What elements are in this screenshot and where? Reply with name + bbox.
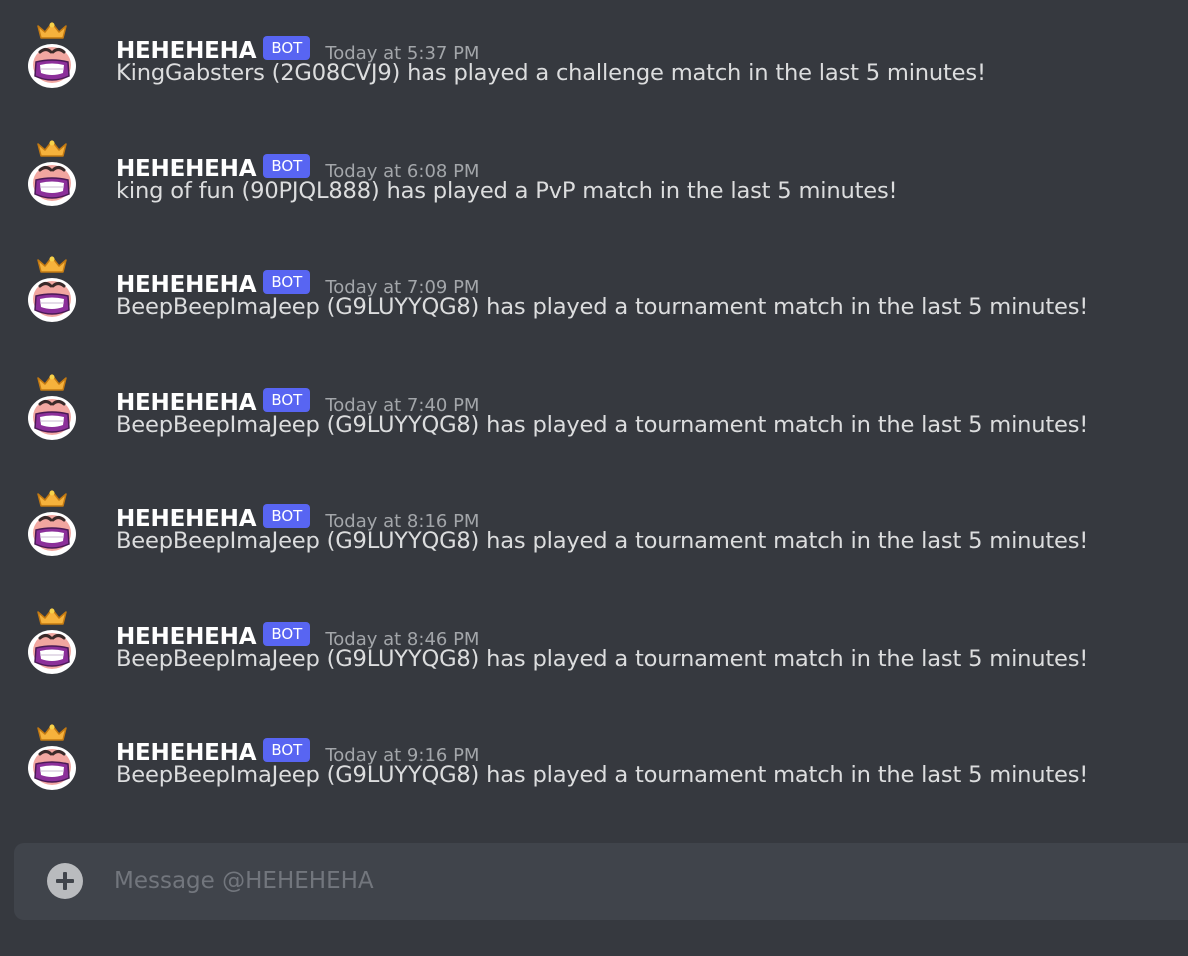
bot-badge: BOT — [263, 738, 311, 762]
avatar[interactable] — [24, 254, 80, 326]
message: HEHEHEHA BOT Today at 7:40 PM BeepBeepIm… — [0, 352, 1188, 452]
bot-badge: BOT — [263, 270, 311, 294]
message: HEHEHEHA BOT Today at 8:16 PM BeepBeepIm… — [0, 468, 1188, 568]
laughing-king-emote-icon — [28, 22, 76, 88]
avatar[interactable] — [24, 138, 80, 210]
message-composer — [14, 843, 1188, 920]
message-content: BeepBeepImaJeep (G9LUYYQG8) has played a… — [116, 762, 1089, 788]
bot-badge: BOT — [263, 504, 311, 528]
message: HEHEHEHA BOT Today at 9:16 PM BeepBeepIm… — [0, 702, 1188, 802]
bot-badge: BOT — [263, 36, 311, 60]
message: HEHEHEHA BOT Today at 6:08 PM king of fu… — [0, 118, 1188, 218]
plus-circle-icon — [56, 872, 74, 890]
laughing-king-emote-icon — [28, 374, 76, 440]
chat-window: HEHEHEHA BOT Today at 5:37 PM KingGabste… — [0, 0, 1188, 956]
bot-badge: BOT — [263, 622, 311, 646]
laughing-king-emote-icon — [28, 608, 76, 674]
message-content: BeepBeepImaJeep (G9LUYYQG8) has played a… — [116, 294, 1089, 320]
message-content: BeepBeepImaJeep (G9LUYYQG8) has played a… — [116, 412, 1089, 438]
attach-button[interactable] — [47, 863, 83, 899]
message-content: KingGabsters (2G08CVJ9) has played a cha… — [116, 60, 986, 86]
message: HEHEHEHA BOT Today at 8:46 PM BeepBeepIm… — [0, 586, 1188, 686]
laughing-king-emote-icon — [28, 140, 76, 206]
avatar[interactable] — [24, 722, 80, 794]
bot-badge: BOT — [263, 154, 311, 178]
avatar[interactable] — [24, 488, 80, 560]
laughing-king-emote-icon — [28, 490, 76, 556]
avatar[interactable] — [24, 606, 80, 678]
laughing-king-emote-icon — [28, 724, 76, 790]
message-content: king of fun (90PJQL888) has played a PvP… — [116, 178, 898, 204]
message-content: BeepBeepImaJeep (G9LUYYQG8) has played a… — [116, 646, 1089, 672]
message-content: BeepBeepImaJeep (G9LUYYQG8) has played a… — [116, 528, 1089, 554]
message: HEHEHEHA BOT Today at 5:37 PM KingGabste… — [0, 0, 1188, 100]
message: HEHEHEHA BOT Today at 7:09 PM BeepBeepIm… — [0, 234, 1188, 334]
avatar[interactable] — [24, 20, 80, 92]
bot-badge: BOT — [263, 388, 311, 412]
message-input[interactable] — [114, 861, 1174, 901]
avatar[interactable] — [24, 372, 80, 444]
laughing-king-emote-icon — [28, 256, 76, 322]
